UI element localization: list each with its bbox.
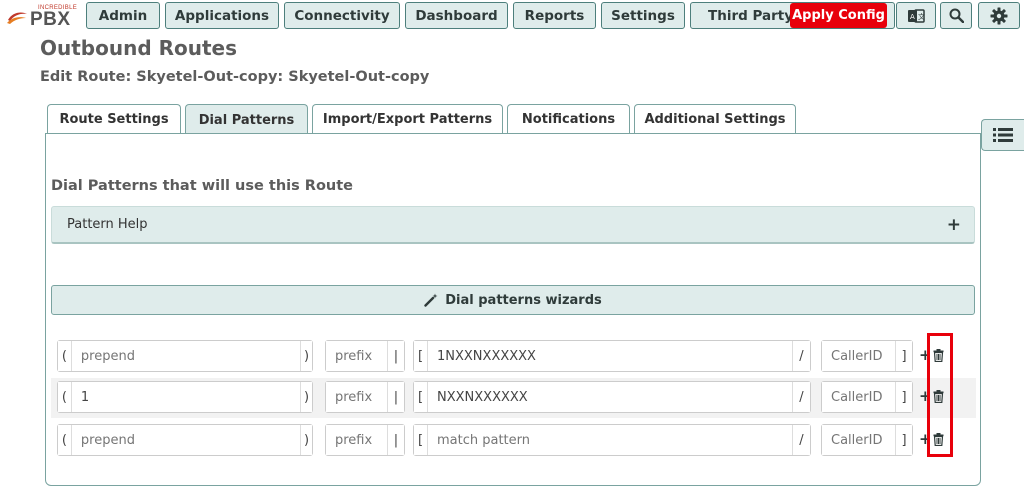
match-pattern-input[interactable] (427, 425, 793, 455)
language-icon: A 文 (908, 8, 925, 23)
pattern-help-toggle[interactable]: Pattern Help + (51, 206, 975, 244)
prefix-input[interactable] (326, 382, 388, 412)
callerid-group: ] (821, 381, 913, 413)
logo-text: PBX (30, 9, 71, 30)
list-icon (993, 128, 1013, 142)
match-pattern-group: [ / (413, 340, 811, 372)
match-pattern-group: [ / (413, 424, 811, 456)
magic-wand-icon (424, 293, 438, 307)
paren-close: ) (301, 382, 312, 412)
callerid-input[interactable] (822, 425, 896, 455)
prefix-group: | (325, 424, 405, 456)
prepend-input[interactable] (70, 382, 302, 412)
pattern-row: ( ) | [ / ] + (51, 378, 976, 418)
match-pattern-input[interactable] (427, 382, 793, 412)
pipe-separator: | (388, 425, 404, 455)
wizard-label: Dial patterns wizards (445, 292, 602, 308)
page-subtitle: Edit Route: Skyetel-Out-copy: Skyetel-Ou… (40, 69, 430, 85)
callerid-group: ] (821, 340, 913, 372)
square-close: ] (896, 341, 912, 371)
side-menu-toggle[interactable] (981, 119, 1024, 151)
expand-plus-icon: + (946, 215, 961, 235)
square-open: [ (414, 425, 427, 455)
tab-route-settings[interactable]: Route Settings (47, 104, 181, 134)
match-pattern-group: [ / (413, 381, 811, 413)
search-button[interactable] (940, 2, 972, 29)
prefix-group: | (325, 340, 405, 372)
paren-close: ) (301, 425, 312, 455)
paren-open: ( (58, 382, 71, 412)
nav-settings[interactable]: Settings (601, 2, 685, 29)
prefix-input[interactable] (326, 425, 388, 455)
svg-text:A: A (910, 13, 915, 21)
paren-close: ) (301, 341, 312, 371)
paren-open: ( (58, 341, 71, 371)
pipe-separator: | (388, 341, 404, 371)
pipe-separator: | (388, 382, 404, 412)
delete-icons-highlight (927, 333, 953, 457)
square-open: [ (414, 382, 427, 412)
pattern-row: ( ) | [ / ] + (51, 337, 976, 377)
logo-swoosh-icon (7, 12, 27, 24)
callerid-group: ] (821, 424, 913, 456)
prepend-group: ( ) (57, 381, 313, 413)
top-navbar: INCREDIBLE PBX Admin Applications Connec… (0, 0, 1024, 33)
match-pattern-input[interactable] (427, 341, 793, 371)
search-icon (949, 8, 964, 23)
incrediblepbx-logo[interactable]: INCREDIBLE PBX (4, 3, 84, 30)
prepend-group: ( ) (57, 340, 313, 372)
page-title: Outbound Routes (40, 36, 238, 60)
nav-applications[interactable]: Applications (165, 2, 279, 29)
callerid-input[interactable] (822, 382, 896, 412)
paren-open: ( (58, 425, 71, 455)
tab-additional-settings[interactable]: Additional Settings (634, 104, 796, 134)
section-title: Dial Patterns that will use this Route (51, 178, 354, 194)
apply-config-button[interactable]: Apply Config (790, 3, 887, 28)
nav-admin[interactable]: Admin (86, 2, 160, 29)
slash-separator: / (793, 425, 810, 455)
tab-dial-patterns[interactable]: Dial Patterns (185, 104, 308, 135)
slash-separator: / (793, 341, 810, 371)
dial-patterns-wizard-button[interactable]: Dial patterns wizards (51, 285, 975, 315)
slash-separator: / (793, 382, 810, 412)
pattern-row: ( ) | [ / ] + (51, 421, 976, 461)
svg-text:文: 文 (918, 12, 925, 21)
gear-icon (990, 7, 1008, 24)
prepend-input[interactable] (70, 425, 302, 455)
callerid-input[interactable] (822, 341, 896, 371)
tab-import-export-patterns[interactable]: Import/Export Patterns (312, 104, 503, 134)
nav-reports[interactable]: Reports (513, 2, 596, 29)
nav-connectivity[interactable]: Connectivity (284, 2, 400, 29)
square-close: ] (896, 425, 912, 455)
prefix-group: | (325, 381, 405, 413)
square-open: [ (414, 341, 427, 371)
prepend-group: ( ) (57, 424, 313, 456)
tab-notifications[interactable]: Notifications (507, 104, 630, 134)
prepend-input[interactable] (70, 341, 302, 371)
nav-dashboard[interactable]: Dashboard (405, 2, 508, 29)
prefix-input[interactable] (326, 341, 388, 371)
language-button[interactable]: A 文 (896, 2, 936, 29)
pattern-help-label: Pattern Help (67, 217, 148, 232)
square-close: ] (896, 382, 912, 412)
settings-button[interactable] (978, 2, 1020, 29)
